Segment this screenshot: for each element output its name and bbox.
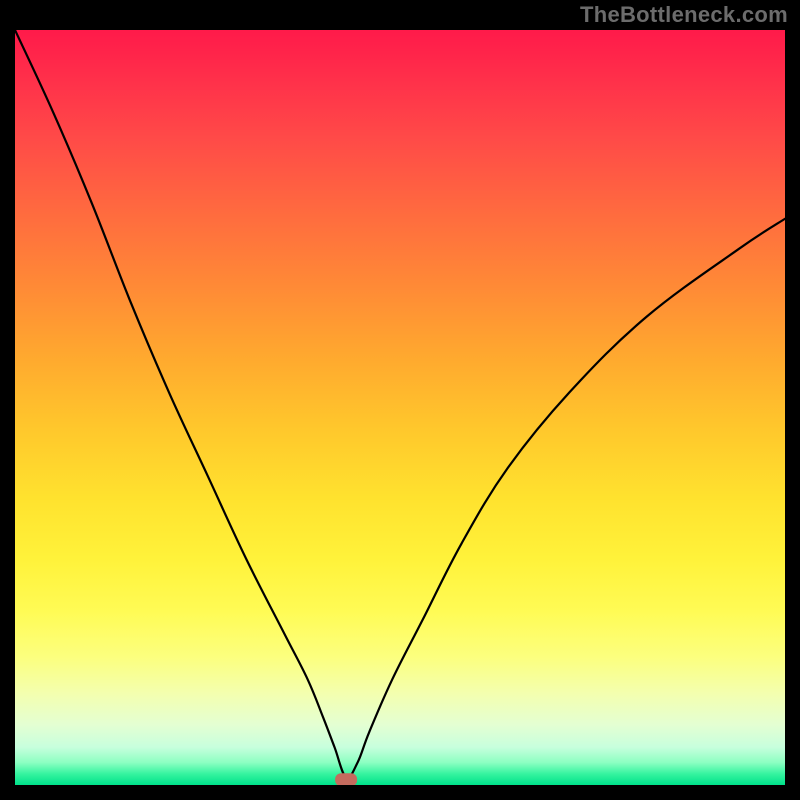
plot-area — [15, 30, 785, 785]
chart-container: TheBottleneck.com — [0, 0, 800, 800]
optimum-marker — [335, 773, 357, 785]
watermark-text: TheBottleneck.com — [580, 2, 788, 28]
bottleneck-curve — [15, 30, 785, 778]
curve-svg — [15, 30, 785, 785]
